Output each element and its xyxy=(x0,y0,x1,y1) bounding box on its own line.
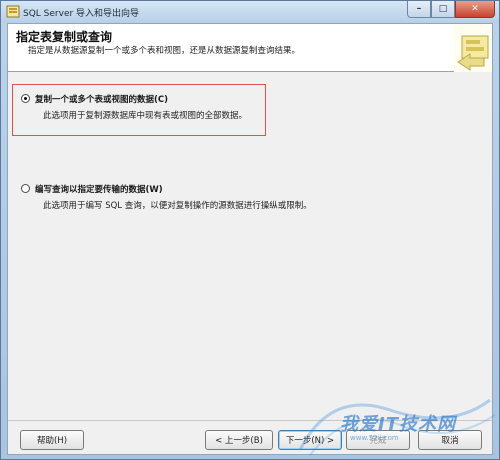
window-title: SQL Server 导入和导出向导 xyxy=(23,9,140,19)
copy-tables-description: 此选项用于复制源数据库中现有表或视图的全部数据。 xyxy=(43,111,248,121)
close-button[interactable]: ✕ xyxy=(455,1,495,18)
wizard-header: 指定表复制或查询 指定是从数据源复制一个或多个表和视图，还是从数据源复制查询结果… xyxy=(8,24,492,72)
copy-tables-radio[interactable] xyxy=(21,94,30,103)
write-query-label[interactable]: 编写查询以指定要传输的数据(W) xyxy=(35,183,163,195)
wizard-client-area: 指定表复制或查询 指定是从数据源复制一个或多个表和视图，还是从数据源复制查询结果… xyxy=(7,23,493,455)
watermark-url: www.52ij.com xyxy=(350,434,399,442)
wizard-window: SQL Server 导入和导出向导 – □ ✕ 指定表复制或查询 指定是从数据… xyxy=(0,0,500,460)
watermark-text: 我爱IT技术网 xyxy=(340,414,456,435)
window-controls: – □ ✕ xyxy=(407,1,495,19)
write-query-description: 此选项用于编写 SQL 查询，以便对复制操作的源数据进行操纵或限制。 xyxy=(43,201,312,211)
help-button[interactable]: 帮助(H) xyxy=(20,430,84,450)
copy-tables-label[interactable]: 复制一个或多个表或视图的数据(C) xyxy=(35,93,168,105)
page-subtitle: 指定是从数据源复制一个或多个表和视图，还是从数据源复制查询结果。 xyxy=(28,46,301,56)
title-bar[interactable]: SQL Server 导入和导出向导 – □ ✕ xyxy=(1,1,499,23)
minimize-button[interactable]: – xyxy=(407,1,431,18)
wizard-banner-icon xyxy=(454,24,492,72)
back-button[interactable]: < 上一步(B) xyxy=(205,430,273,450)
page-title: 指定表复制或查询 xyxy=(16,30,113,44)
maximize-button[interactable]: □ xyxy=(431,1,455,18)
next-button[interactable]: 下一步(N) > xyxy=(278,430,342,450)
write-query-radio[interactable] xyxy=(21,184,30,193)
app-icon xyxy=(6,5,20,18)
